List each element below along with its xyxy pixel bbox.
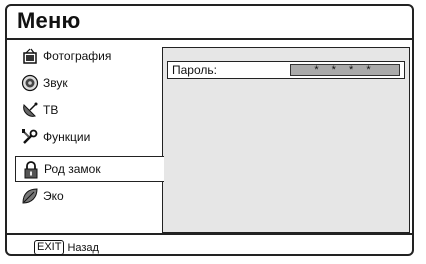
padlock-icon [22,161,40,179]
sidebar-item-sound[interactable]: Звук [15,70,163,96]
title-divider [7,38,412,40]
sidebar-item-tv[interactable]: ТВ [15,97,163,123]
sidebar-item-label: Род замок [44,162,101,176]
sidebar-item-label: Эко [43,189,64,203]
menu-window: Меню Фотография Звук ТВ Функции Род замо… [5,4,414,256]
sidebar-item-label: Фотография [43,49,112,63]
leaf-icon [21,187,39,205]
sidebar-item-label: ТВ [43,103,59,117]
tools-icon [21,128,39,146]
password-field[interactable]: * * * * [290,64,400,76]
satellite-dish-icon [21,101,39,119]
password-row[interactable]: Пароль: * * * * [167,61,405,79]
exit-key-button[interactable]: EXIT [34,240,65,255]
sidebar-item-functions[interactable]: Функции [15,124,163,150]
sidebar-item-eco[interactable]: Эко [15,183,163,209]
footer-divider [7,233,412,235]
sidebar-item-label: Функции [43,130,91,144]
speaker-icon [21,74,39,92]
sidebar-item-label: Звук [43,76,68,90]
sidebar-item-photo[interactable]: Фотография [15,43,163,69]
photo-icon [21,47,39,65]
sidebar-item-parental-lock[interactable]: Род замок [15,156,164,182]
password-label: Пароль: [172,63,217,77]
footer-hint: EXIT Назад [34,240,99,255]
settings-panel: Пароль: * * * * [162,47,410,233]
page-title: Меню [17,8,81,33]
sidebar: Фотография Звук ТВ Функции Род замок Эко [15,43,164,233]
exit-label: Назад [67,241,99,254]
